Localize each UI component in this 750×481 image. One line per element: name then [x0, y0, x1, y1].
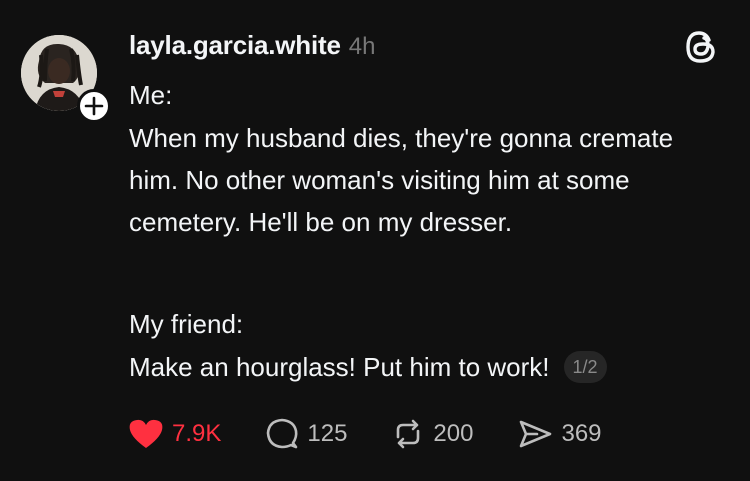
speech-bubble-icon — [267, 418, 298, 449]
post-time: 4h — [348, 33, 376, 60]
follow-button[interactable] — [77, 89, 111, 123]
repost-icon — [397, 419, 420, 449]
plus-icon — [84, 96, 104, 116]
like-button[interactable]: 7.9K — [128, 418, 221, 450]
threads-logo-icon[interactable] — [684, 29, 718, 65]
share-count: 369 — [561, 420, 602, 447]
post-text-friend-label: My friend: — [129, 309, 244, 339]
post-header: layla.garcia.white 4h — [129, 30, 375, 64]
carousel-pager: 1/2 — [563, 351, 607, 383]
share-button[interactable]: 369 — [517, 417, 602, 451]
reply-count: 125 — [307, 420, 348, 447]
post-text-friend-reply-row: Make an hourglass! Put him to work! 1/2 — [129, 346, 689, 388]
post-text-friend-reply: Make an hourglass! Put him to work! — [129, 352, 550, 382]
repost-count: 200 — [433, 420, 474, 447]
post-text-body: When my husband dies, they're gonna crem… — [129, 123, 674, 237]
username[interactable]: layla.garcia.white — [129, 30, 341, 61]
reply-button[interactable]: 125 — [265, 417, 347, 451]
repost-button[interactable]: 200 — [391, 417, 473, 451]
send-icon — [520, 420, 552, 448]
heart-icon — [129, 419, 163, 448]
post-text-intro: Me: — [129, 80, 173, 110]
like-count: 7.9K — [172, 420, 222, 447]
action-bar: 7.9K 125 200 369 — [128, 414, 646, 454]
